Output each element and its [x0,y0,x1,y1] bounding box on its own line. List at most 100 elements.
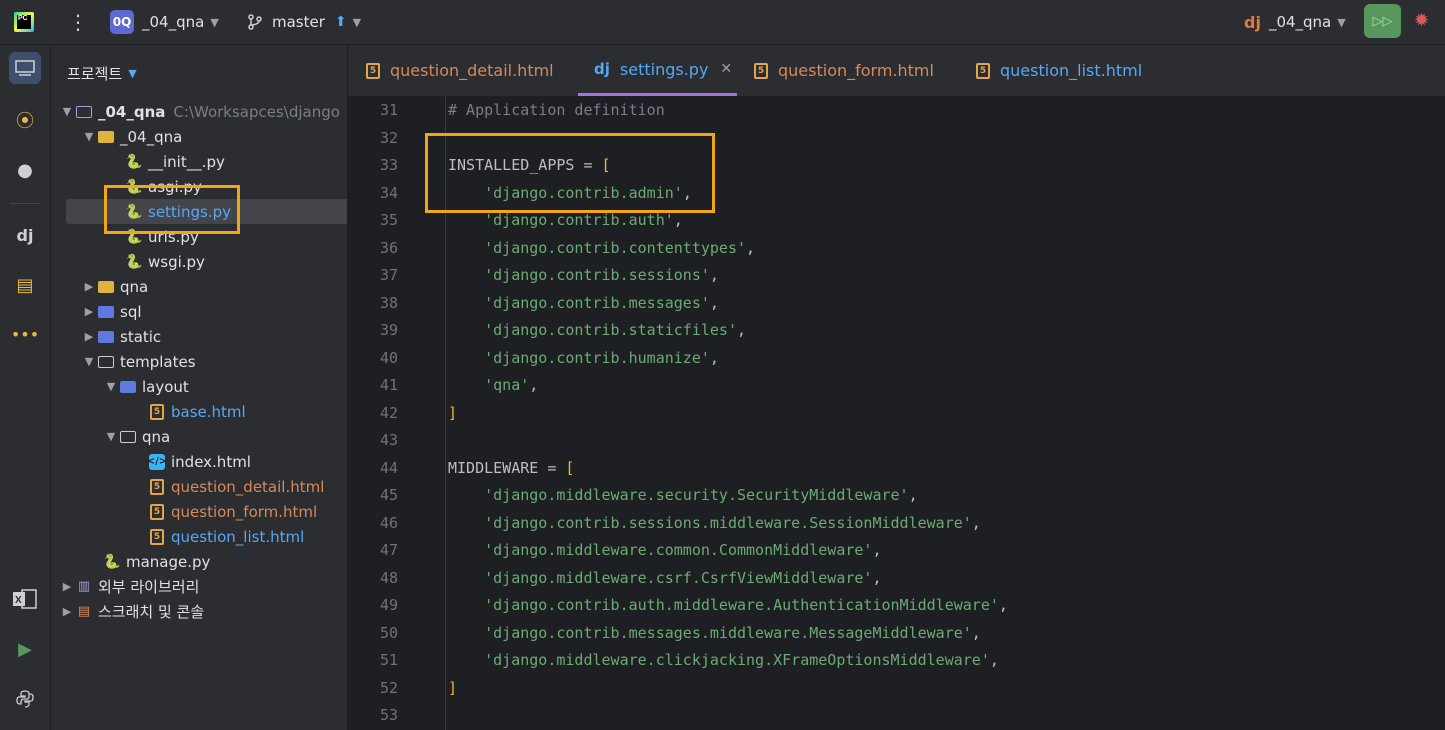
code-line[interactable]: 'django.contrib.staticfiles', [448,321,746,339]
tree-item-manage-py[interactable]: 🐍 manage.py [51,549,347,574]
project-panel-title: 프로젝트 [67,65,123,83]
chevron-right-icon[interactable]: ▶ [81,330,97,343]
tree-item-question-detail-html[interactable]: 5 question_detail.html [51,474,347,499]
tree-item-index-html[interactable]: </> index.html [51,449,347,474]
run-icon: ▷▷ [1372,13,1393,29]
chevron-down-icon: ▼ [1337,15,1346,29]
python-console-icon[interactable] [9,683,41,715]
pycharm-logo[interactable]: PC [14,0,34,44]
line-number: 44 [379,458,398,477]
code-line[interactable]: 'django.contrib.humanize', [448,349,719,367]
tree-item-label: sql [120,302,142,321]
tree-item-qna[interactable]: ▶ qna [51,274,347,299]
line-number: 36 [379,238,398,257]
code-line[interactable]: MIDDLEWARE = [ [448,459,574,477]
tool-window-bar: ⦿ ● dj ▤ ••• X ▶ [0,45,51,730]
html-file-icon: 5 [148,478,166,496]
tree-item-layout[interactable]: ▼ layout [51,374,347,399]
annotation-highlight-box [104,185,240,234]
annotation-highlight-box [425,133,715,213]
folder-icon [119,428,137,446]
branch-switcher[interactable]: master ⬆ ▼ [248,0,361,44]
code-line[interactable]: 'django.contrib.sessions.middleware.Sess… [448,514,981,532]
code-line[interactable]: 'django.contrib.messages', [448,294,719,312]
tree-item-label: 외부 라이브러리 [98,578,200,596]
tree-item-base-html[interactable]: 5 base.html [51,399,347,424]
tree-item-templates[interactable]: ▼ templates [51,349,347,374]
run-tool-icon[interactable]: ▶ [9,633,41,665]
chevron-right-icon[interactable]: ▶ [59,605,75,618]
line-number: 40 [379,348,398,367]
database-icon[interactable]: ▤ [9,269,41,301]
folder-icon [97,128,115,146]
tree-item-question-form-html[interactable]: 5 question_form.html [51,499,347,524]
chevron-down-icon[interactable]: ▼ [103,380,119,393]
tree-item-scratches[interactable]: ▶ ▤ 스크래치 및 콘솔 [51,599,347,624]
code-line[interactable]: 'django.middleware.clickjacking.XFrameOp… [448,651,999,669]
line-number: 32 [379,128,398,147]
tab-question-list-html[interactable]: 5 question_list.html [976,45,1142,96]
line-number: 47 [379,541,398,559]
project-tool-icon[interactable] [9,52,41,84]
run-config-selector[interactable]: dj _04_qna ▼ [1244,0,1346,44]
line-number: 42 [379,403,398,422]
chevron-right-icon[interactable]: ▶ [59,580,75,593]
tree-item-label: question_detail.html [171,477,325,496]
code-line[interactable]: 'django.contrib.contenttypes', [448,239,755,257]
tab-question-detail-html[interactable]: 5 question_detail.html [366,45,554,96]
chevron-right-icon[interactable]: ▶ [81,280,97,293]
chevron-down-icon[interactable]: ▼ [59,105,75,118]
code-line[interactable]: 'django.middleware.security.SecurityMidd… [448,486,917,504]
excel-icon[interactable]: X [9,583,41,615]
push-arrow-icon: ⬆ [334,14,347,30]
tree-item-static[interactable]: ▶ static [51,324,347,349]
tree-item-label: wsgi.py [148,252,205,271]
title-bar: PC ⋮ 0Q _04_qna ▼ master ⬆ ▼ dj _04_qna … [0,0,1445,45]
tree-item-sql[interactable]: ▶ sql [51,299,347,324]
run-button[interactable]: ▷▷ [1364,4,1401,38]
project-view-selector[interactable]: 프로젝트 ▼ [67,63,137,84]
django-structure-icon[interactable]: dj [9,219,41,251]
tree-item-question-list-html[interactable]: 5 question_list.html [51,524,347,549]
code-line[interactable]: # Application definition [448,101,665,119]
tree-item-wsgi-py[interactable]: 🐍 wsgi.py [51,249,347,274]
tree-item-root[interactable]: ▼ _04_qna C:\Worksapces\django [51,99,347,124]
chevron-down-icon[interactable]: ▼ [103,430,119,443]
line-number: 34 [379,183,398,202]
tree-item-qna-templates[interactable]: ▼ qna [51,424,347,449]
code-line[interactable]: ] [448,404,457,422]
line-number: 51 [379,651,398,669]
kebab-menu-icon[interactable]: ⋮ [68,0,88,44]
tab-label: settings.py [619,59,709,79]
code-editor[interactable]: 31 # Application definition 32 33 INSTALLED_… [348,97,1445,730]
github-icon[interactable]: ● [9,154,41,186]
code-line[interactable]: 'django.contrib.sessions', [448,266,719,284]
code-line[interactable]: 'django.contrib.auth', [448,211,683,229]
tree-item-label: index.html [171,452,251,471]
tree-item-external-libraries[interactable]: ▶ ▥ 외부 라이브러리 [51,574,347,599]
tab-settings-py[interactable]: dj settings.py ✕ [578,45,737,96]
more-tools-icon[interactable]: ••• [9,318,41,350]
svg-text:X: X [15,595,22,606]
tree-item-_04_qna[interactable]: ▼ _04_qna [51,124,347,149]
chevron-down-icon[interactable]: ▼ [81,130,97,143]
line-number: 41 [379,376,398,394]
code-line[interactable]: 'django.middleware.common.CommonMiddlewa… [448,541,881,559]
chevron-down-icon[interactable]: ▼ [81,355,97,368]
close-icon[interactable]: ✕ [720,61,732,77]
code-line[interactable]: 'qna', [448,376,538,394]
tab-label: question_form.html [778,61,934,80]
tree-item-label: qna [142,427,171,446]
debug-icon[interactable]: ✹ [1414,10,1429,31]
web-folder-icon [97,328,115,346]
tree-item-init-py[interactable]: 🐍 __init__.py [51,149,347,174]
code-line[interactable]: 'django.contrib.auth.middleware.Authenti… [448,596,1008,614]
line-number: 37 [379,266,398,284]
project-switcher[interactable]: 0Q _04_qna ▼ [110,0,219,44]
code-line[interactable]: 'django.contrib.messages.middleware.Mess… [448,624,981,642]
chevron-right-icon[interactable]: ▶ [81,305,97,318]
commit-icon[interactable]: ⦿ [9,104,41,136]
code-line[interactable]: 'django.middleware.csrf.CsrfViewMiddlewa… [448,569,881,587]
code-line[interactable]: ] [448,679,457,697]
tab-question-form-html[interactable]: 5 question_form.html [754,45,934,96]
